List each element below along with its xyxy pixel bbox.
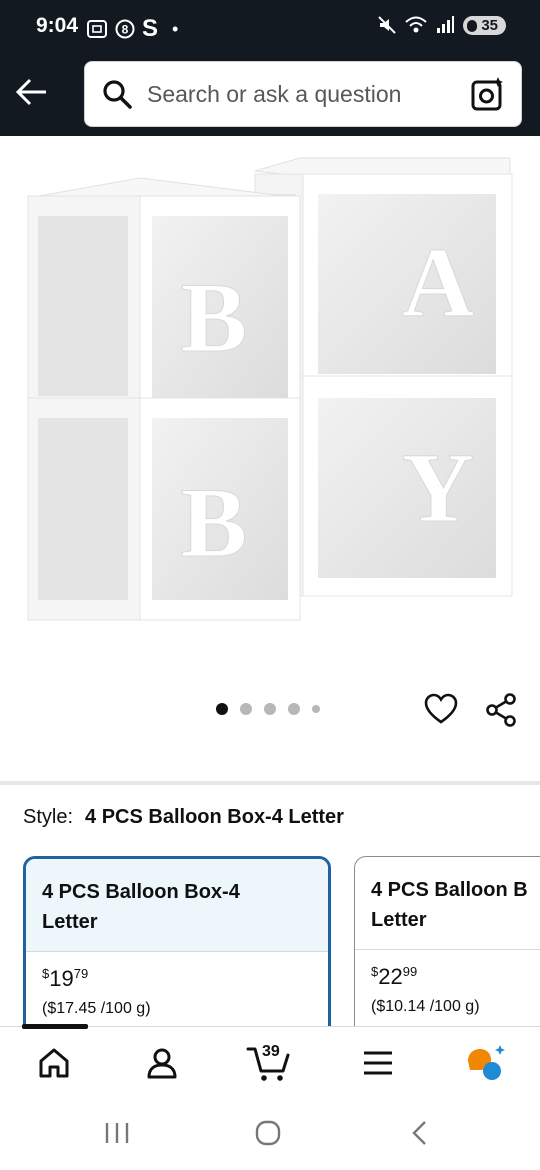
recent-apps-icon[interactable] (102, 1118, 132, 1148)
price-dollars: 19 (49, 966, 74, 991)
share-icon (486, 693, 516, 727)
box-bottom-left (27, 397, 301, 621)
option-price: $1979 (26, 952, 328, 992)
style-label: Style: (23, 806, 74, 828)
price-cents: 79 (73, 966, 89, 981)
system-nav (0, 1098, 540, 1170)
wishlist-button[interactable] (424, 692, 458, 731)
section-divider (0, 781, 540, 785)
menu-icon (364, 1051, 392, 1075)
nav-home[interactable] (24, 1039, 84, 1087)
status-bar: 9:04 8 S • 35 (0, 0, 540, 56)
back-button[interactable] (14, 74, 54, 110)
nav-menu[interactable] (348, 1039, 408, 1087)
box-letter: A (402, 227, 474, 338)
status-time: 9:04 (36, 14, 79, 37)
pager-dot[interactable] (264, 703, 276, 715)
option-title-line: Letter (42, 911, 98, 933)
share-button[interactable] (484, 692, 518, 733)
cart-count-badge: 39 (262, 1043, 280, 1060)
price-cents: 99 (402, 964, 418, 979)
rufus-icon (468, 1045, 505, 1080)
search-input[interactable] (147, 74, 457, 114)
camera-search-icon[interactable] (471, 76, 505, 112)
signal-icon (437, 16, 455, 33)
option-unit-price: ($17.45 /100 g) (42, 1000, 151, 1017)
nav-account[interactable] (132, 1039, 192, 1087)
pager-dot[interactable] (240, 703, 252, 715)
product-image-graphic: B A B Y (27, 157, 513, 621)
price-dollars: 22 (378, 964, 403, 989)
option-title-line: 4 PCS Balloon B (371, 879, 528, 901)
dot-icon: • (172, 18, 179, 39)
home-icon (39, 1048, 69, 1078)
active-tab-indicator (22, 1024, 88, 1029)
bottom-nav: 39 (0, 1024, 540, 1098)
option-price: $2299 (355, 950, 540, 990)
image-pager[interactable] (216, 703, 320, 715)
pager-dot[interactable] (216, 703, 228, 715)
box-letter: B (181, 262, 248, 373)
search-icon (103, 80, 132, 109)
sync-icon: 8 (115, 19, 135, 39)
pager-dot[interactable] (288, 703, 300, 715)
pager-dot[interactable] (312, 705, 320, 713)
box-letter: B (181, 467, 248, 578)
product-image[interactable]: B A B Y (0, 136, 540, 676)
account-icon (147, 1048, 177, 1079)
mute-icon (378, 16, 397, 34)
option-title-line: Letter (371, 909, 427, 931)
option-unit-price: ($10.14 /100 g) (371, 998, 480, 1015)
wifi-icon (405, 16, 427, 33)
search-box[interactable] (84, 61, 522, 127)
box-letter: Y (402, 432, 474, 543)
s-app-icon: S (142, 15, 159, 42)
search-header (0, 56, 540, 136)
style-selection: Style: 4 PCS Balloon Box-4 Letter (23, 806, 344, 829)
arrow-left-icon (15, 78, 46, 106)
screenshot-icon (87, 20, 107, 38)
battery-indicator: 35 (463, 15, 506, 35)
option-title: 4 PCS Balloon Box-4 Letter (26, 859, 328, 951)
back-system-icon[interactable] (405, 1118, 435, 1148)
style-value: 4 PCS Balloon Box-4 Letter (85, 806, 344, 828)
nav-rufus[interactable] (456, 1039, 516, 1087)
option-title: 4 PCS Balloon B Letter (355, 857, 540, 949)
heart-icon (424, 693, 458, 724)
box-top-left (27, 177, 301, 417)
svg-text:8: 8 (122, 23, 129, 37)
home-system-icon[interactable] (253, 1118, 283, 1148)
option-title-line: 4 PCS Balloon Box-4 (42, 881, 240, 903)
